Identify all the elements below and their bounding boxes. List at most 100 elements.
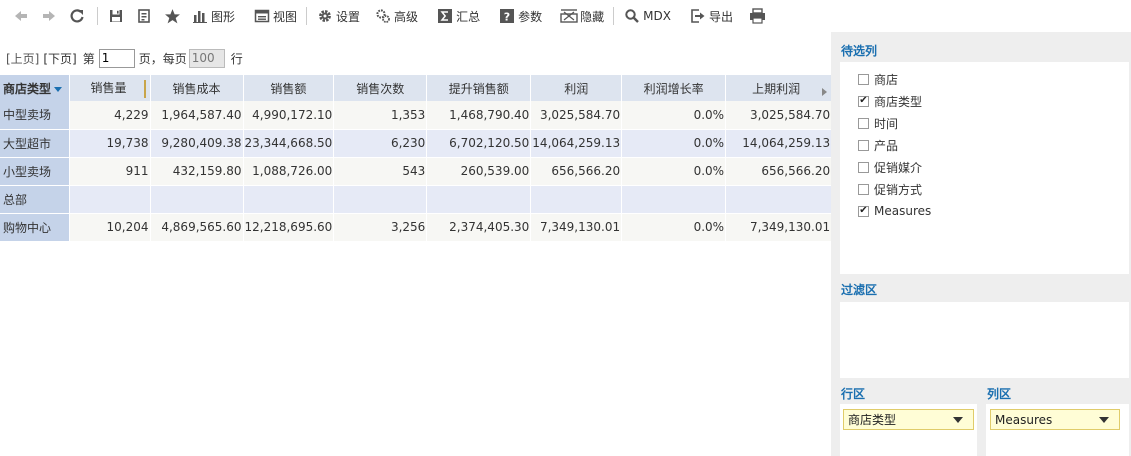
table-cell: 7,349,130.01 [530,213,623,242]
field-item[interactable]: 时间 [858,112,1129,134]
table-cell: 0.0% [621,213,727,242]
page-prefix-label: 第 [82,51,95,66]
column-header[interactable]: 利润 [530,75,623,101]
toolbar-divider [97,7,98,25]
params-button[interactable]: ? 参数 [494,4,546,28]
gear-icon [316,7,334,25]
table-row: 小型卖场 911 432,159.80 1,088,726.00 543 260… [0,157,833,186]
row-area-title: 行区 [841,387,866,401]
column-header[interactable]: 销售额 [243,75,335,101]
field-item[interactable]: 促销媒介 [858,156,1129,178]
row-label[interactable]: 中型卖场 [0,101,70,130]
summary-button[interactable]: 汇总 [432,4,484,28]
next-page-link[interactable]: [下页] [43,50,76,67]
field-checkbox[interactable] [858,183,869,195]
hide-icon [560,7,578,25]
table-row: 大型超市 19,738 9,280,409.38 23,344,668.50 6… [0,129,833,158]
field-label: 促销媒介 [874,160,923,175]
favorite-button[interactable] [159,4,187,28]
table-cell: 4,990,172.10 [243,101,335,130]
field-label: 商店 [874,72,899,87]
field-checkbox[interactable]: ✔ [858,205,869,217]
page-number-input[interactable] [98,48,135,68]
table-cell [621,185,727,214]
field-item[interactable]: 促销方式 [858,178,1129,200]
table-cell: 3,256 [333,213,428,242]
sort-down-icon[interactable] [54,86,63,92]
field-item[interactable]: 产品 [858,134,1129,156]
print-button[interactable] [745,4,773,28]
chart-button[interactable]: 图形 [187,4,239,28]
prev-page-link[interactable]: [上页] [6,50,39,67]
row-label[interactable]: 购物中心 [0,213,70,242]
table-cell: 1,964,587.40 [150,101,244,130]
filter-area-box[interactable] [840,302,1129,378]
row-dimension-header[interactable]: 商店类型 [0,75,70,101]
column-header[interactable]: 上期利润 [725,75,833,101]
table-cell: 911 [69,157,151,186]
field-checkbox[interactable] [858,73,869,85]
hide-button[interactable]: 隐藏 [556,4,608,28]
scroll-right-icon[interactable] [822,87,828,96]
field-label: 产品 [874,138,899,153]
row-label[interactable]: 大型超市 [0,129,70,158]
col-area-dropdown[interactable]: Measures [990,409,1120,430]
table-row: 购物中心 10,204 4,869,565.60 12,218,695.60 3… [0,213,833,242]
field-panel: 待选列 商店 ✔ 商店类型 时间 产品 促销媒介 促销方式 ✔ Measures 过… [831,32,1131,456]
table-cell: 1,468,790.40 [426,101,532,130]
row-label[interactable]: 小型卖场 [0,157,70,186]
field-label: 时间 [874,116,899,131]
page-suffix-label: 页，每页 [138,51,187,66]
table-cell: 6,230 [333,129,428,158]
field-checkbox[interactable] [858,161,869,173]
row-label[interactable]: 总部 [0,185,70,214]
pivot-table: 商店类型 销售量 销售成本 销售额 销售次数 提升销售额 利润 利润增长率 上期… [0,75,833,242]
field-item[interactable]: ✔ Measures [858,200,1129,222]
refresh-icon [68,7,86,25]
col-area-value: Measures [995,412,1053,427]
page-size-input[interactable] [188,48,225,68]
question-icon: ? [498,7,516,25]
back-button[interactable] [8,4,36,28]
column-header[interactable]: 提升销售额 [426,75,532,101]
table-cell [530,185,623,214]
gears-icon [374,7,392,25]
field-item[interactable]: 商店 [858,68,1129,90]
table-cell: 0.0% [621,157,727,186]
chart-button-label: 图形 [211,9,236,24]
save-button[interactable] [103,4,131,28]
field-checkbox[interactable]: ✔ [858,95,869,107]
refresh-button[interactable] [64,4,92,28]
arrow-left-icon [12,7,30,25]
column-header-label: 销售量 [90,80,127,95]
table-cell: 19,738 [69,129,151,158]
chevron-down-icon [953,417,963,423]
column-header[interactable]: 销售次数 [333,75,428,101]
export-button[interactable]: 导出 [685,4,737,28]
column-resize-handle[interactable] [143,79,146,98]
row-dimension-label: 商店类型 [3,81,52,96]
field-checkbox[interactable] [858,139,869,151]
mdx-button[interactable]: MDX [619,4,675,28]
summary-button-label: 汇总 [456,9,481,24]
view-button[interactable]: 视图 [249,4,301,28]
view-button-label: 视图 [273,9,298,24]
table-cell: 6,702,120.50 [426,129,532,158]
settings-button[interactable]: 设置 [312,4,364,28]
field-item[interactable]: ✔ 商店类型 [858,90,1129,112]
column-header[interactable]: 利润增长率 [621,75,727,101]
table-cell [243,185,335,214]
table-cell [150,185,244,214]
save-as-button[interactable] [131,4,159,28]
advanced-button-label: 高级 [394,9,419,24]
forward-button[interactable] [36,4,64,28]
column-header[interactable]: 销售成本 [150,75,244,101]
advanced-button[interactable]: 高级 [370,4,422,28]
table-cell: 3,025,584.70 [530,101,623,130]
table-cell [426,185,532,214]
table-cell: 4,869,565.60 [150,213,244,242]
row-area-dropdown[interactable]: 商店类型 [843,409,974,430]
field-checkbox[interactable] [858,117,869,129]
column-header[interactable]: 销售量 [69,75,151,101]
svg-text:?: ? [504,11,510,24]
